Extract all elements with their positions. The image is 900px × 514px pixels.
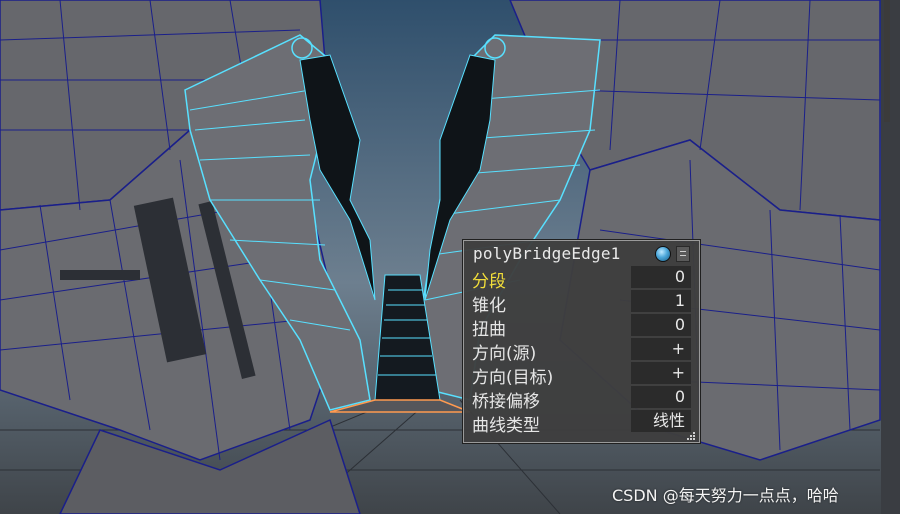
attribute-row-direction-source[interactable]: 方向(源) + bbox=[464, 337, 699, 364]
watermark: CSDN @每天努力一点点，哈哈 bbox=[612, 486, 839, 505]
attribute-row-taper[interactable]: 锥化 1 bbox=[464, 289, 699, 316]
attribute-value-field[interactable]: 0 bbox=[631, 266, 691, 288]
viewport-scroll-handle[interactable] bbox=[884, 0, 890, 122]
attribute-row-bridge-offset[interactable]: 桥接偏移 0 bbox=[464, 385, 699, 412]
attribute-value-field[interactable]: 1 bbox=[631, 290, 691, 312]
resize-grip-icon[interactable] bbox=[687, 432, 695, 440]
attribute-list: 分段 0 锥化 1 扭曲 0 方向(源) + 方向(目标) + 桥接偏移 0 曲… bbox=[464, 265, 699, 436]
in-view-editor-header: polyBridgeEdge1 bbox=[464, 241, 699, 267]
attribute-row-direction-target[interactable]: 方向(目标) + bbox=[464, 361, 699, 388]
3d-viewport[interactable] bbox=[0, 0, 900, 514]
attribute-value-field[interactable]: 0 bbox=[631, 386, 691, 408]
attribute-value-dropdown[interactable]: 线性 bbox=[631, 410, 691, 432]
viewport-canvas[interactable] bbox=[0, 0, 900, 514]
in-view-editor[interactable]: polyBridgeEdge1 分段 0 锥化 1 扭曲 0 方向(源) + 方… bbox=[463, 240, 700, 443]
node-title: polyBridgeEdge1 bbox=[473, 244, 621, 263]
attribute-row-twist[interactable]: 扭曲 0 bbox=[464, 313, 699, 340]
attribute-row-curve-type[interactable]: 曲线类型 线性 bbox=[464, 409, 699, 436]
attribute-value-field[interactable]: 0 bbox=[631, 314, 691, 336]
attribute-row-divisions[interactable]: 分段 0 bbox=[464, 265, 699, 292]
node-state-icon[interactable] bbox=[655, 246, 671, 262]
attribute-value-field[interactable]: + bbox=[631, 362, 691, 384]
attribute-label: 曲线类型 bbox=[472, 416, 540, 436]
attribute-value-field[interactable]: + bbox=[631, 338, 691, 360]
menu-icon[interactable] bbox=[676, 246, 690, 262]
